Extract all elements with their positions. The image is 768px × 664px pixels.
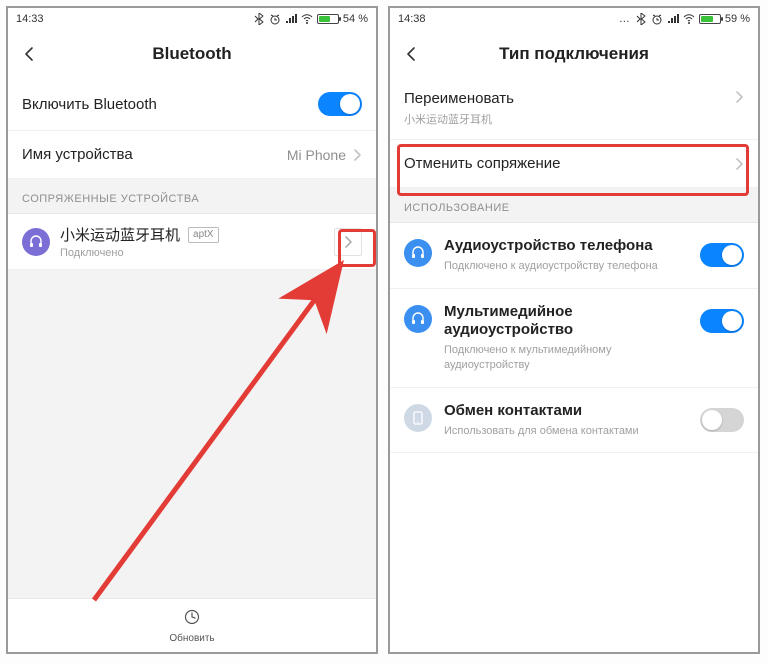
contacts-title: Обмен контактами <box>444 402 688 421</box>
signal-icon <box>667 13 679 25</box>
status-right: 54 % <box>253 13 368 25</box>
device-name-label: Имя устройства <box>22 146 287 163</box>
codec-badge: aptX <box>188 227 219 243</box>
media-audio-toggle[interactable] <box>700 309 744 333</box>
status-bar: 14:38 … 59 % <box>390 8 758 30</box>
headset-icon <box>22 228 50 256</box>
usage-section-header: ИСПОЛЬЗОВАНИЕ <box>390 188 758 223</box>
alarm-icon <box>651 13 663 25</box>
battery-text: 59 % <box>725 13 750 25</box>
back-button[interactable] <box>16 40 44 68</box>
device-settings-button[interactable] <box>334 228 362 256</box>
phone-audio-sub: Подключено к аудиоустройству телефона <box>444 259 688 274</box>
wifi-icon <box>301 13 313 25</box>
refresh-icon <box>183 608 201 631</box>
phone-audio-title: Аудиоустройство телефона <box>444 237 688 256</box>
phone-left: 14:33 54 % Bl <box>6 6 378 654</box>
toggle-bluetooth-label: Включить Bluetooth <box>22 96 318 113</box>
refresh-label: Обновить <box>169 633 214 644</box>
empty-space <box>390 453 758 652</box>
status-right: … 59 % <box>619 13 750 25</box>
phone-audio-toggle[interactable] <box>700 243 744 267</box>
headset-icon <box>404 305 432 333</box>
battery-text: 54 % <box>343 13 368 25</box>
signal-icon <box>285 13 297 25</box>
bluetooth-icon <box>253 13 265 25</box>
device-status: Подключено <box>60 247 324 259</box>
more-icon: … <box>619 13 631 25</box>
paired-device-row[interactable]: 小米运动蓝牙耳机 aptX Подключено <box>8 214 376 270</box>
bluetooth-icon <box>635 13 647 25</box>
bluetooth-toggle[interactable] <box>318 92 362 116</box>
title-bar: Тип подключения <box>390 30 758 78</box>
toggle-bluetooth-row[interactable]: Включить Bluetooth <box>8 78 376 131</box>
page-title: Тип подключения <box>499 44 649 64</box>
contacts-icon <box>404 404 432 432</box>
chevron-right-icon <box>734 157 744 171</box>
phone-right: 14:38 … 59 % <box>388 6 760 654</box>
media-audio-row[interactable]: Мультимедийное аудиоустройство Подключен… <box>390 289 758 388</box>
alarm-icon <box>269 13 281 25</box>
battery-icon <box>699 14 721 24</box>
empty-space <box>8 270 376 598</box>
rename-row[interactable]: Переименовать 小米运动蓝牙耳机 <box>390 78 758 140</box>
status-time: 14:38 <box>398 13 426 25</box>
paired-section-header: СОПРЯЖЕННЫЕ УСТРОЙСТВА <box>8 179 376 214</box>
contacts-row[interactable]: Обмен контактами Использовать для обмена… <box>390 388 758 454</box>
media-audio-title: Мультимедийное аудиоустройство <box>444 303 688 341</box>
wifi-icon <box>683 13 695 25</box>
battery-icon <box>317 14 339 24</box>
device-name: 小米运动蓝牙耳机 <box>60 224 180 245</box>
status-bar: 14:33 54 % <box>8 8 376 30</box>
media-audio-sub: Подключено к мультимедийному аудиоустрой… <box>444 343 688 373</box>
contacts-toggle[interactable] <box>700 408 744 432</box>
rename-label: Переименовать <box>404 90 734 107</box>
headset-icon <box>404 239 432 267</box>
chevron-right-icon <box>352 148 362 162</box>
unpair-row[interactable]: Отменить сопряжение <box>390 140 758 188</box>
status-time: 14:33 <box>16 13 44 25</box>
chevron-right-icon <box>734 90 744 104</box>
phone-audio-row[interactable]: Аудиоустройство телефона Подключено к ау… <box>390 223 758 289</box>
contacts-sub: Использовать для обмена контактами <box>444 424 688 439</box>
device-name-row[interactable]: Имя устройства Mi Phone <box>8 131 376 179</box>
back-button[interactable] <box>398 40 426 68</box>
page-title: Bluetooth <box>152 44 231 64</box>
rename-sub: 小米运动蓝牙耳机 <box>404 111 734 127</box>
device-name-value: Mi Phone <box>287 147 346 163</box>
title-bar: Bluetooth <box>8 30 376 78</box>
refresh-button[interactable]: Обновить <box>8 598 376 652</box>
unpair-label: Отменить сопряжение <box>404 155 734 172</box>
